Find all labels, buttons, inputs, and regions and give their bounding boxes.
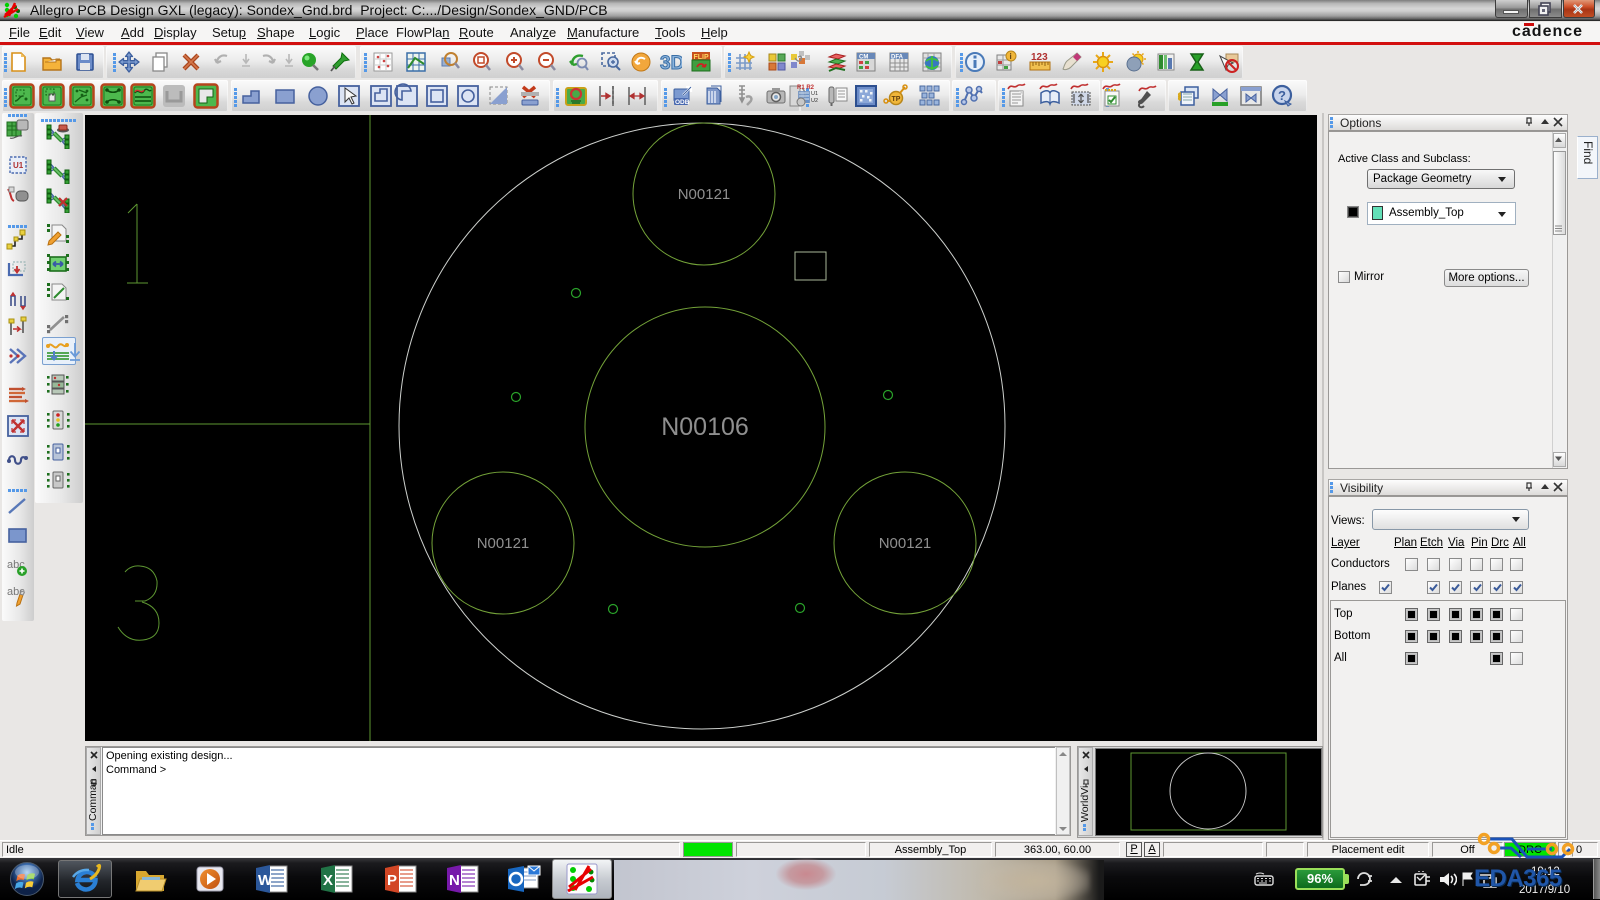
svg-text:N00106: N00106 xyxy=(661,413,749,441)
svg-text:X: X xyxy=(323,872,333,889)
svg-text:N: N xyxy=(449,872,460,889)
svg-text:N00121: N00121 xyxy=(879,535,932,552)
svg-text:TP: TP xyxy=(892,96,901,103)
svg-text:N00121: N00121 xyxy=(678,186,731,203)
svg-text:N00121: N00121 xyxy=(477,535,530,552)
svg-text:?: ? xyxy=(1278,88,1286,103)
svg-text:W: W xyxy=(258,872,273,889)
svg-text:3D: 3D xyxy=(660,53,682,74)
svg-text:DFA: DFA xyxy=(891,55,904,61)
svg-text:P: P xyxy=(387,872,397,889)
svg-text:i: i xyxy=(1010,52,1012,61)
svg-text:U2: U2 xyxy=(811,98,818,104)
svg-text:ODB: ODB xyxy=(675,99,690,106)
svg-text:U1: U1 xyxy=(13,161,24,170)
svg-text:123: 123 xyxy=(1031,52,1048,63)
svg-text:CM: CM xyxy=(859,55,868,61)
svg-text:U1: U1 xyxy=(811,91,818,97)
